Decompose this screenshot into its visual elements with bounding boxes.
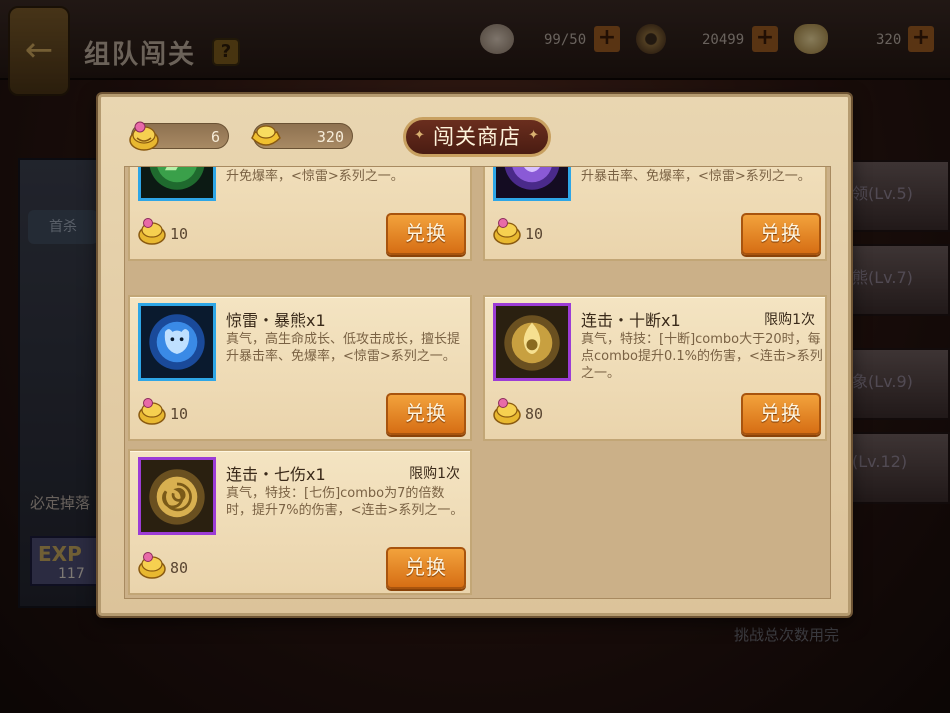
- item-description: 真气，高生命成长、低攻击成长，擅长提升免爆率，<惊雷>系列之一。: [226, 169, 404, 184]
- shop-item: 真气，高生命成长、低攻击成长，擅长提升免爆率，<惊雷>系列之一。 10 兑换: [128, 167, 472, 261]
- item-thumbnail: [493, 167, 571, 201]
- item-description: 真气，特技：[七伤]combo为7的倍数时，提升7%的伤害，<连击>系列之一。: [226, 486, 464, 518]
- exchange-button[interactable]: 兑换: [386, 213, 466, 255]
- shop-token-value: 6: [210, 128, 220, 146]
- star-ornament-icon: ✦: [414, 128, 426, 143]
- item-name: 惊雷・暴熊x1: [226, 311, 326, 330]
- item-price: 10: [170, 225, 189, 243]
- item-description: 真气，特技：[十断]combo大于20时，每点combo提升0.1%的伤害，<连…: [581, 332, 823, 381]
- purple-fox-icon: [496, 167, 568, 198]
- purchase-limit: 限购1次: [409, 466, 460, 482]
- star-ornament-icon: ✦: [528, 128, 540, 143]
- exchange-button[interactable]: 兑换: [741, 213, 821, 255]
- blue-bear-icon: [141, 306, 213, 378]
- item-price: 80: [525, 405, 544, 423]
- item-price: 10: [170, 405, 189, 423]
- shop-item: 连击・十断x1 限购1次 真气，特技：[十断]combo大于20时，每点comb…: [483, 295, 827, 441]
- shop-dialog: 6 320 ✦ 闯关商店 ✦ 真气，高生命成长、低攻击成长，擅长提升免爆率，<: [98, 94, 851, 616]
- item-name: 连击・十断x1: [581, 311, 681, 330]
- shop-token-icon: [493, 398, 521, 425]
- shop-token-balance: 6: [129, 121, 229, 151]
- exchange-button[interactable]: 兑换: [386, 547, 466, 589]
- item-price: 10: [525, 225, 544, 243]
- item-thumbnail: [493, 303, 571, 381]
- gold-swirl-icon: [141, 460, 213, 532]
- item-thumbnail: [138, 457, 216, 535]
- shop-token-icon: [138, 552, 166, 579]
- shop-item: 惊雷・暴熊x1 真气，高生命成长、低攻击成长，擅长提升暴击率、免爆率，<惊雷>系…: [128, 295, 472, 441]
- item-description: 真气，高生命成长、低攻击成长，擅长提升暴击率、免爆率，<惊雷>系列之一。: [226, 332, 461, 364]
- shop-token-icon: [129, 121, 159, 151]
- item-price: 80: [170, 559, 189, 577]
- item-thumbnail: [138, 303, 216, 381]
- shop-token-icon: [493, 218, 521, 245]
- shop-item-list[interactable]: 真气，高生命成长、低攻击成长，擅长提升免爆率，<惊雷>系列之一。 10 兑换 真…: [124, 166, 831, 599]
- gold-balance: 320: [251, 123, 353, 149]
- item-description: 真气，低生命成长、高攻击成长，擅长提升暴击率、免爆率，<惊雷>系列之一。: [581, 169, 811, 184]
- exchange-button[interactable]: 兑换: [386, 393, 466, 435]
- shop-item: 连击・七伤x1 限购1次 真气，特技：[七伤]combo为7的倍数时，提升7%的…: [128, 449, 472, 595]
- exchange-button[interactable]: 兑换: [741, 393, 821, 435]
- green-crane-icon: [141, 167, 213, 198]
- shop-title-text: 闯关商店: [433, 125, 521, 149]
- shop-title: ✦ 闯关商店 ✦: [403, 117, 551, 157]
- gold-flame-icon: [496, 306, 568, 378]
- shop-token-icon: [138, 218, 166, 245]
- gold-value: 320: [316, 128, 344, 146]
- gold-ingot-icon: [251, 125, 281, 146]
- shop-item: 真气，低生命成长、高攻击成长，擅长提升暴击率、免爆率，<惊雷>系列之一。 10 …: [483, 167, 827, 261]
- item-thumbnail: [138, 167, 216, 201]
- item-name: 连击・七伤x1: [226, 465, 326, 484]
- shop-token-icon: [138, 398, 166, 425]
- purchase-limit: 限购1次: [764, 312, 815, 328]
